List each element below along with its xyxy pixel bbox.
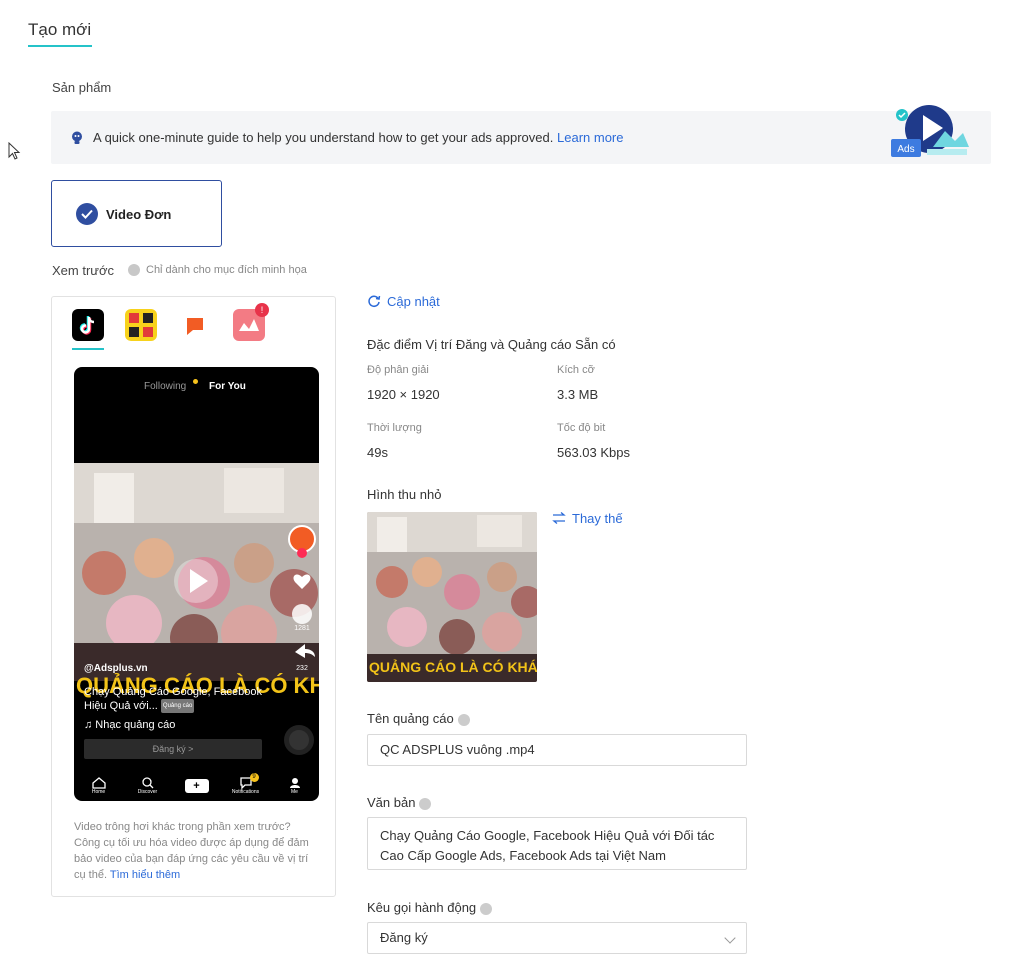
for-you-tab: For You: [209, 381, 246, 392]
swap-icon: [552, 512, 566, 524]
like-count: 1281: [294, 625, 310, 632]
thumbnail-overlay-text: QUẢNG CÁO LÀ CÓ KHÁCH: [369, 658, 537, 675]
ad-text-textarea[interactable]: Chạy Quảng Cáo Google, Facebook Hiệu Quả…: [367, 817, 747, 870]
ad-caption: Chạy Quảng Cáo Google, Facebook Hiệu Quả…: [84, 685, 274, 714]
replace-thumbnail-button[interactable]: Thay thế: [552, 511, 623, 526]
phone-preview: Following For You QUẢNG CÁO LÀ CÓ KHÁCH: [74, 367, 319, 801]
cta-select[interactable]: Đăng ký: [367, 922, 747, 954]
babe-icon[interactable]: !: [233, 303, 269, 341]
preview-hint: Chỉ dành cho mục đích minh họa: [146, 264, 307, 276]
music-label: ♫ Nhạc quảng cáo: [84, 719, 176, 731]
ad-text-label: Văn bản: [367, 795, 432, 810]
preview-label: Xem trước: [52, 263, 115, 278]
bitrate-label: Tốc độ bit: [557, 422, 606, 434]
guide-text: A quick one-minute guide to help you und…: [93, 130, 623, 145]
checkmark-icon: [76, 203, 98, 225]
help-icon: [480, 902, 493, 915]
preview-note: Video trông hơi khác trong phần xem trướ…: [74, 819, 319, 883]
size-value: 3.3 MB: [557, 387, 599, 402]
resolution-label: Độ phân giải: [367, 364, 429, 376]
chevron-down-icon: [724, 932, 736, 944]
account-handle: @Adsplus.vn: [84, 663, 148, 674]
refresh-icon: [368, 295, 381, 308]
search-icon: [141, 777, 153, 789]
lightbulb-icon: [72, 131, 82, 144]
learn-more-link[interactable]: Learn more: [557, 130, 623, 145]
help-icon: [457, 713, 470, 726]
phone-cta-button: Đăng ký >: [84, 739, 262, 759]
duration-value: 49s: [367, 445, 388, 460]
info-icon: [128, 264, 140, 276]
nav-discover: Discover: [128, 777, 168, 795]
following-tab: Following: [144, 381, 187, 392]
bitrate-value: 563.03 Kbps: [557, 445, 631, 460]
learn-more-note-link[interactable]: Tìm hiểu thêm: [110, 869, 180, 881]
preview-panel: ! Following For You QUẢNG CÁO LÀ CÓ KHÁC…: [51, 296, 336, 897]
sponsored-tag: Quảng cáo: [160, 699, 195, 714]
following-dot: [193, 379, 198, 384]
music-disc-icon: [284, 725, 314, 755]
video-frame-image: [74, 463, 319, 681]
comment-icon: [292, 604, 312, 624]
notification-count: 9: [249, 773, 259, 782]
refresh-button[interactable]: Cập nhật: [367, 294, 440, 309]
mouse-cursor-icon: [8, 142, 21, 160]
guide-message: A quick one-minute guide to help you und…: [93, 130, 554, 145]
home-icon: [91, 777, 106, 789]
format-card-label: Video Đơn: [106, 207, 172, 222]
help-icon: [419, 797, 432, 810]
thumbnail-image: QUẢNG CÁO LÀ CÓ KHÁCH: [367, 512, 537, 682]
resolution-value: 1920 × 1920: [367, 387, 440, 402]
tab-underline: [72, 348, 104, 350]
refresh-label: Cập nhật: [387, 294, 440, 309]
nav-me: Me: [275, 777, 315, 795]
nav-notifications: Notifications 9: [231, 773, 260, 795]
replace-label: Thay thế: [572, 511, 623, 526]
ads-illustration-icon: Ads: [891, 105, 969, 157]
side-actions: 1281 232: [287, 522, 317, 672]
share-icon: [295, 644, 315, 658]
single-video-format-card[interactable]: Video Đơn: [51, 180, 222, 247]
page-title: Tạo mới: [28, 20, 92, 39]
product-section-label: Sản phẩm: [52, 80, 112, 95]
ads-badge-text: Ads: [897, 144, 914, 155]
pangle-icon[interactable]: [125, 309, 157, 341]
heart-icon: [293, 574, 311, 589]
ad-name-input[interactable]: QC ADSPLUS vuông .mp4: [367, 734, 747, 766]
phone-bottom-nav: Home Discover + Notifications 9 Me: [74, 771, 319, 801]
ad-name-label: Tên quảng cáo: [367, 711, 470, 726]
share-count: 232: [296, 665, 308, 672]
cta-select-value: Đăng ký: [380, 930, 428, 945]
thumbnail-label: Hình thu nhỏ: [367, 487, 442, 502]
plus-icon: +: [184, 779, 209, 793]
guide-banner: A quick one-minute guide to help you und…: [51, 105, 991, 164]
tiktok-icon[interactable]: [72, 309, 104, 341]
profile-icon: [289, 778, 300, 788]
cta-label: Kêu gọi hành động: [367, 900, 493, 915]
nav-create: +: [177, 779, 217, 793]
size-label: Kích cỡ: [557, 364, 595, 376]
title-underline: [28, 45, 92, 47]
buzzvideo-icon[interactable]: [179, 309, 211, 341]
notification-badge: !: [255, 303, 269, 317]
nav-home: Home: [79, 777, 119, 795]
duration-label: Thời lượng: [367, 422, 422, 434]
specs-title: Đặc điểm Vị trí Đăng và Quảng cáo Sẵn có: [367, 337, 616, 352]
